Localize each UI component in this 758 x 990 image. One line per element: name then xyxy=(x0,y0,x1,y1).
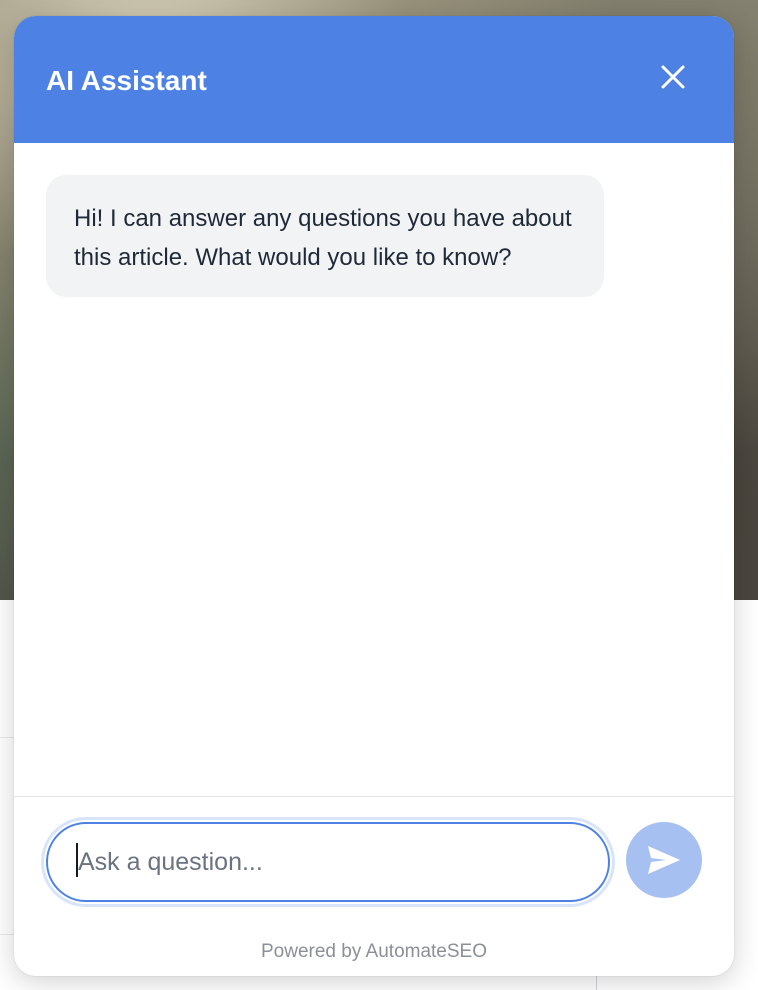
background-divider xyxy=(0,737,14,738)
chat-widget: AI Assistant Hi! I can answer any questi… xyxy=(14,16,734,976)
message-list: Hi! I can answer any questions you have … xyxy=(14,143,734,796)
send-icon xyxy=(648,846,680,874)
text-caret xyxy=(76,843,78,877)
background-divider xyxy=(0,934,14,935)
chat-title: AI Assistant xyxy=(46,65,207,96)
close-icon xyxy=(661,65,685,89)
question-input-wrapper xyxy=(44,820,612,904)
send-button[interactable] xyxy=(626,822,702,898)
close-button[interactable] xyxy=(654,58,692,96)
background-divider xyxy=(596,976,597,990)
assistant-message: Hi! I can answer any questions you have … xyxy=(46,175,604,297)
composer-divider xyxy=(14,796,734,797)
question-input[interactable] xyxy=(46,822,610,902)
chat-header: AI Assistant xyxy=(14,16,734,143)
powered-by-footer: Powered by AutomateSEO xyxy=(260,941,487,962)
